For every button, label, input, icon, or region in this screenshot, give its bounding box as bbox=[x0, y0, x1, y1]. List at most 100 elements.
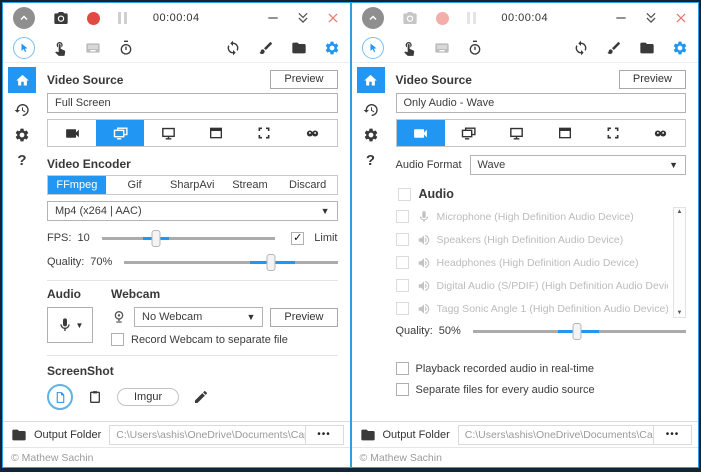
output-folder-path-field[interactable]: C:\Users\ashis\OneDrive\Documents\Captur… bbox=[109, 425, 305, 445]
minimize-button[interactable] bbox=[266, 11, 280, 25]
audio-mic-dropdown-button[interactable]: ▼ bbox=[47, 307, 93, 343]
cursor-toggle-button[interactable] bbox=[362, 37, 384, 59]
source-screen-icon[interactable] bbox=[493, 120, 541, 146]
settings-gear-button[interactable] bbox=[324, 40, 340, 56]
tab-sharpavi[interactable]: SharpAvi bbox=[163, 176, 221, 194]
device-label: Microphone (High Definition Audio Device… bbox=[437, 211, 634, 223]
sidebar-settings-button[interactable] bbox=[14, 127, 30, 143]
sidebar-history-button[interactable] bbox=[14, 102, 30, 118]
scroll-down-icon[interactable]: ▼ bbox=[677, 310, 683, 316]
audio-format-select[interactable]: Wave ▼ bbox=[470, 155, 686, 175]
source-window-icon[interactable] bbox=[192, 120, 240, 146]
source-screen-icon[interactable] bbox=[144, 120, 192, 146]
collapse-double-chevron-button[interactable] bbox=[644, 11, 658, 25]
device-checkbox[interactable] bbox=[396, 233, 409, 246]
close-button[interactable] bbox=[326, 11, 340, 25]
speaker-icon bbox=[417, 233, 431, 247]
record-button[interactable] bbox=[87, 12, 100, 25]
record-webcam-separate-checkbox[interactable] bbox=[111, 333, 124, 346]
screenshot-clipboard-button[interactable] bbox=[87, 389, 103, 405]
sidebar-settings-button[interactable] bbox=[363, 127, 379, 143]
output-folder-path-field[interactable]: C:\Users\ashis\OneDrive\Documents\Captur… bbox=[458, 425, 654, 445]
screenshot-camera-button[interactable] bbox=[402, 10, 418, 26]
collapse-double-chevron-button[interactable] bbox=[296, 11, 310, 25]
list-item[interactable]: Headphones (High Definition Audio Device… bbox=[396, 251, 669, 274]
chevron-down-icon: ▼ bbox=[321, 206, 330, 216]
scrollbar[interactable]: ▲ ▼ bbox=[673, 207, 686, 318]
open-folder-button[interactable] bbox=[291, 40, 307, 56]
tab-discard[interactable]: Discard bbox=[279, 176, 337, 194]
source-videocam-icon[interactable] bbox=[48, 120, 96, 146]
delay-timer-button[interactable] bbox=[118, 40, 134, 56]
refresh-button[interactable] bbox=[225, 40, 241, 56]
pause-button[interactable] bbox=[118, 12, 127, 24]
sidebar-history-button[interactable] bbox=[363, 102, 379, 118]
keystrokes-toggle-button[interactable] bbox=[434, 40, 450, 56]
expand-up-button[interactable] bbox=[362, 7, 384, 29]
expand-up-button[interactable] bbox=[13, 7, 35, 29]
edit-pencil-button[interactable] bbox=[193, 389, 209, 405]
open-folder-button[interactable] bbox=[639, 40, 655, 56]
tab-stream[interactable]: Stream bbox=[221, 176, 279, 194]
close-button[interactable] bbox=[674, 11, 688, 25]
source-videocam-icon[interactable] bbox=[397, 120, 445, 146]
video-source-select[interactable]: Full Screen bbox=[47, 93, 338, 113]
source-novideo-icon[interactable] bbox=[637, 120, 685, 146]
audio-master-checkbox[interactable] bbox=[398, 188, 411, 201]
list-item[interactable]: Digital Audio (S/PDIF) (High Definition … bbox=[396, 274, 669, 297]
sidebar-help-button[interactable]: ? bbox=[366, 152, 375, 169]
source-region-icon[interactable] bbox=[240, 120, 288, 146]
audio-quality-slider[interactable] bbox=[473, 322, 686, 340]
cursor-toggle-button[interactable] bbox=[13, 37, 35, 59]
playback-realtime-checkbox[interactable] bbox=[396, 362, 409, 375]
chevron-down-icon: ▼ bbox=[669, 160, 678, 170]
keystrokes-toggle-button[interactable] bbox=[85, 40, 101, 56]
tab-ffmpeg[interactable]: FFmpeg bbox=[48, 176, 106, 194]
device-checkbox[interactable] bbox=[396, 256, 409, 269]
separate-files-checkbox[interactable] bbox=[396, 383, 409, 396]
mouse-clicks-toggle-button[interactable] bbox=[401, 40, 417, 56]
device-checkbox[interactable] bbox=[396, 210, 409, 223]
source-novideo-icon[interactable] bbox=[288, 120, 336, 146]
list-item[interactable]: Microphone (High Definition Audio Device… bbox=[396, 205, 669, 228]
preview-button[interactable]: Preview bbox=[619, 70, 686, 89]
minimize-button[interactable] bbox=[614, 11, 628, 25]
list-item[interactable]: Speakers (High Definition Audio Device) bbox=[396, 228, 669, 251]
source-fullscreen-icon[interactable] bbox=[445, 120, 493, 146]
limit-checkbox[interactable]: ✓ bbox=[291, 232, 304, 245]
source-fullscreen-icon[interactable] bbox=[96, 120, 144, 146]
mouse-clicks-toggle-button[interactable] bbox=[52, 40, 68, 56]
sidebar-help-button[interactable]: ? bbox=[17, 152, 26, 169]
pause-button[interactable] bbox=[467, 12, 476, 24]
screenshot-disk-button[interactable] bbox=[47, 384, 73, 410]
screenshot-camera-button[interactable] bbox=[53, 10, 69, 26]
fps-slider[interactable] bbox=[102, 229, 276, 247]
sidebar-home-button[interactable] bbox=[8, 67, 36, 93]
imgur-button[interactable]: Imgur bbox=[117, 388, 179, 406]
record-button[interactable] bbox=[436, 12, 449, 25]
video-source-select[interactable]: Only Audio - Wave bbox=[396, 93, 687, 113]
quality-slider[interactable] bbox=[124, 253, 337, 271]
webcam-preview-button[interactable]: Preview bbox=[270, 308, 337, 327]
scroll-up-icon[interactable]: ▲ bbox=[677, 209, 683, 215]
video-source-value: Full Screen bbox=[55, 97, 111, 109]
tab-gif[interactable]: Gif bbox=[106, 176, 164, 194]
settings-gear-button[interactable] bbox=[672, 40, 688, 56]
codec-select[interactable]: Mp4 (x264 | AAC) ▼ bbox=[47, 201, 338, 221]
delay-timer-button[interactable] bbox=[467, 40, 483, 56]
device-checkbox[interactable] bbox=[396, 279, 409, 292]
source-window-icon[interactable] bbox=[541, 120, 589, 146]
device-checkbox[interactable] bbox=[396, 302, 409, 315]
list-item[interactable]: Tagg Sonic Angle 1 (High Definition Audi… bbox=[396, 297, 669, 320]
refresh-button[interactable] bbox=[573, 40, 589, 56]
browse-folder-button[interactable]: ••• bbox=[306, 425, 344, 445]
webcam-select[interactable]: No Webcam ▼ bbox=[134, 307, 263, 327]
annotate-pen-button[interactable] bbox=[258, 40, 274, 56]
annotate-pen-button[interactable] bbox=[606, 40, 622, 56]
browse-folder-button[interactable]: ••• bbox=[654, 425, 692, 445]
preview-button[interactable]: Preview bbox=[270, 70, 337, 89]
sidebar-home-button[interactable] bbox=[357, 67, 385, 93]
video-source-value: Only Audio - Wave bbox=[404, 97, 495, 109]
video-source-heading: Video Source bbox=[396, 73, 472, 87]
source-region-icon[interactable] bbox=[589, 120, 637, 146]
